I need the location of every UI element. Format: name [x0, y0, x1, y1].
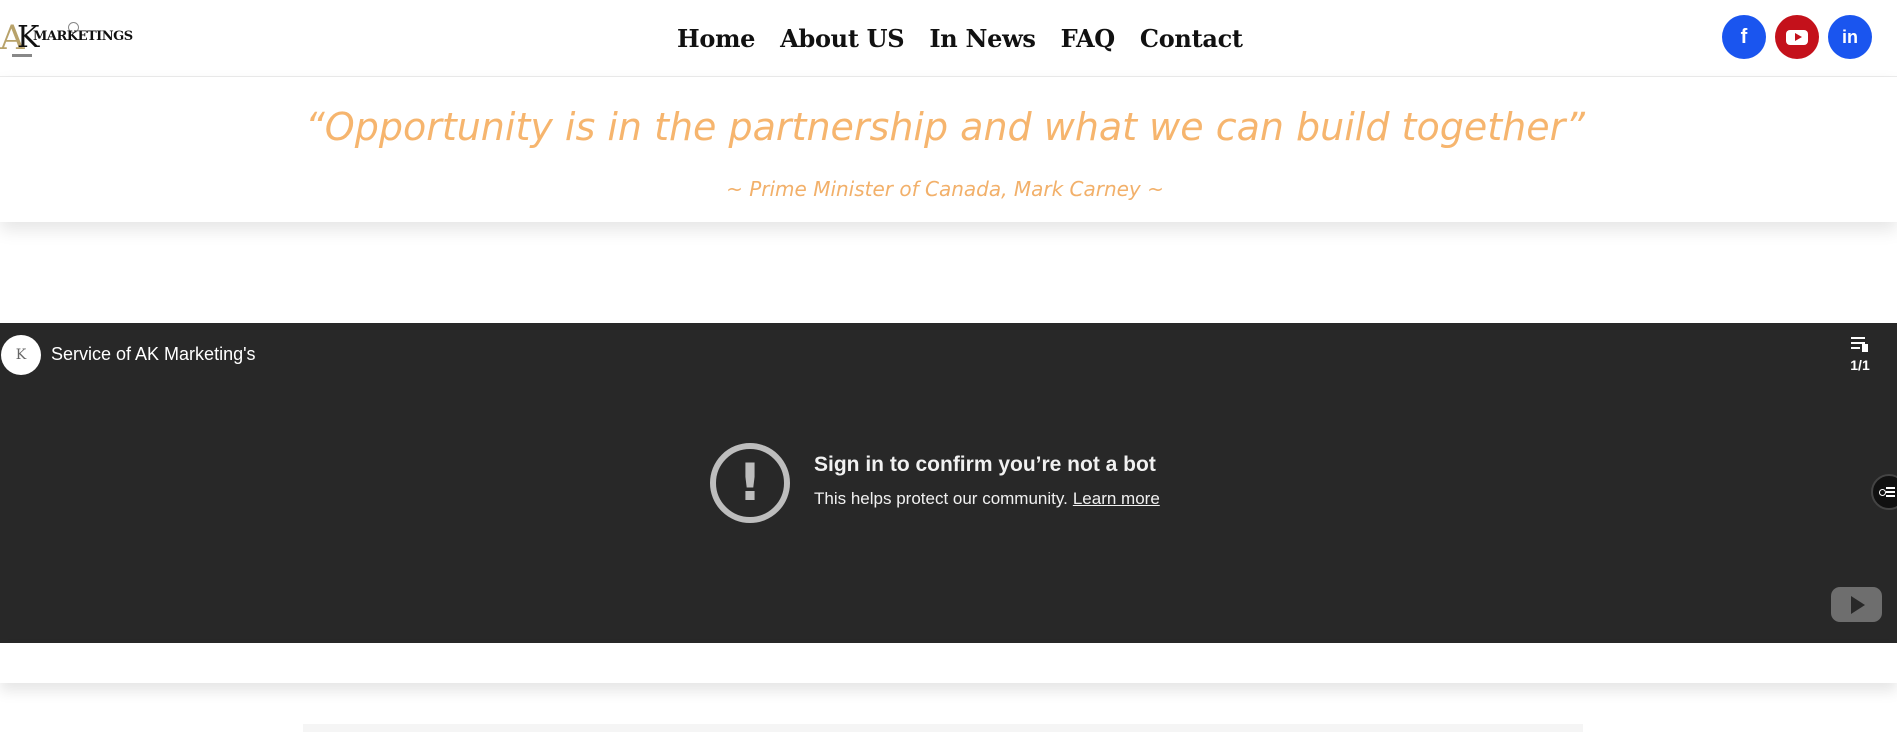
playlist-count: 1/1: [1850, 357, 1870, 373]
linkedin-icon[interactable]: in: [1828, 15, 1872, 59]
nav-home[interactable]: Home: [677, 24, 755, 53]
youtube-logo-icon[interactable]: [1831, 587, 1882, 622]
video-title[interactable]: Service of AK Marketing's: [51, 344, 256, 365]
youtube-icon[interactable]: [1775, 15, 1819, 59]
site-header: A K MARKETINGS Home About US In News FAQ…: [0, 0, 1897, 77]
error-message-text: This helps protect our community.: [814, 489, 1068, 508]
facebook-icon[interactable]: f: [1722, 15, 1766, 59]
youtube-play-glyph: [1786, 29, 1808, 45]
channel-avatar[interactable]: K: [1, 335, 41, 375]
error-message: This helps protect our community. Learn m…: [814, 489, 1160, 509]
quote-section: “Opportunity is in the partnership and w…: [0, 77, 1897, 222]
playlist-icon: [1851, 337, 1869, 352]
content-strip: [303, 724, 1583, 732]
logo-wordmark: MARKETINGS: [33, 29, 133, 44]
site-logo[interactable]: A K MARKETINGS: [0, 18, 133, 58]
nav-faq[interactable]: FAQ: [1061, 24, 1116, 53]
nav-in-news[interactable]: In News: [929, 24, 1036, 53]
playlist-button[interactable]: 1/1: [1845, 337, 1875, 373]
main-nav: Home About US In News FAQ Contact: [677, 20, 1243, 56]
video-player[interactable]: K Service of AK Marketing's 1/1 ! Sign i…: [0, 323, 1897, 643]
alert-icon: !: [710, 443, 790, 523]
quote-author: ~ Prime Minister of Canada, Mark Carney …: [726, 177, 1164, 201]
nav-contact[interactable]: Contact: [1140, 24, 1243, 53]
quote-text: “Opportunity is in the partnership and w…: [305, 105, 1585, 149]
error-title: Sign in to confirm you’re not a bot: [814, 453, 1156, 476]
lower-section: [0, 643, 1897, 683]
nav-about-us[interactable]: About US: [780, 24, 904, 53]
social-links: f in: [1722, 15, 1872, 59]
learn-more-link[interactable]: Learn more: [1073, 489, 1160, 508]
logo-base-line: [12, 54, 32, 57]
